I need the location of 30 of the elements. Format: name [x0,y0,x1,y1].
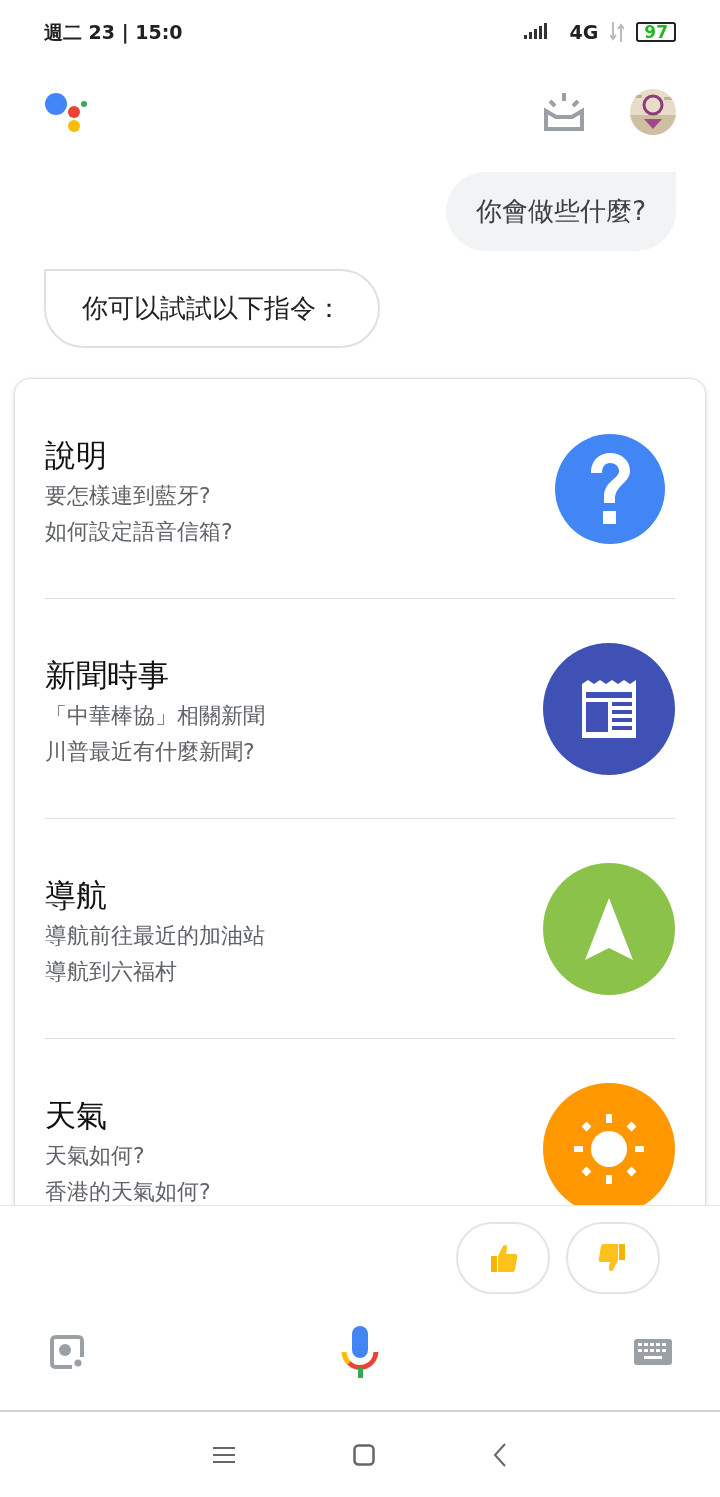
network-type: 4G [569,19,599,45]
battery-indicator: 97 [636,22,676,42]
suggestion-example[interactable]: 香港的天氣如何? [45,1174,211,1205]
user-message-bubble: 你會做些什麼? [446,172,676,251]
suggestion-title[interactable]: 新聞時事 [45,651,265,698]
assistant-message-bubble: 你可以試試以下指令： [44,269,380,348]
suggestion-example[interactable]: 導航前往最近的加油站 [45,917,265,954]
menu-icon[interactable] [213,1445,235,1464]
suggestion-title[interactable]: 天氣 [45,1092,211,1138]
suggestion-example[interactable]: 天氣如何? [45,1138,211,1174]
assistant-logo [44,92,88,132]
avatar[interactable] [630,89,676,135]
lens-icon[interactable] [48,1333,86,1371]
data-transfer-icon [610,22,625,42]
suggestion-example[interactable]: 川普最近有什麼新聞? [45,733,265,770]
suggestion-title[interactable]: 導航 [45,871,265,918]
suggestion-title[interactable]: 說明 [45,431,233,478]
home-icon[interactable] [353,1443,375,1466]
thumbs-down-button[interactable] [566,1222,660,1294]
suggestion-example[interactable]: 要怎樣連到藍牙? [45,477,233,514]
inbox-updates-icon [544,93,584,131]
thumbs-up-button[interactable] [456,1222,550,1294]
signal-icon [523,23,548,41]
keyboard-icon[interactable] [634,1339,672,1365]
back-icon[interactable] [493,1442,507,1467]
microphone-icon[interactable] [341,1326,379,1378]
suggestion-example[interactable]: 導航到六福村 [45,953,265,990]
status-time: 週二 23 | 15:0 [44,19,183,46]
suggestion-example[interactable]: 「中華棒協」相關新聞 [45,697,265,734]
suggestion-example[interactable]: 如何設定語音信箱? [45,513,233,550]
